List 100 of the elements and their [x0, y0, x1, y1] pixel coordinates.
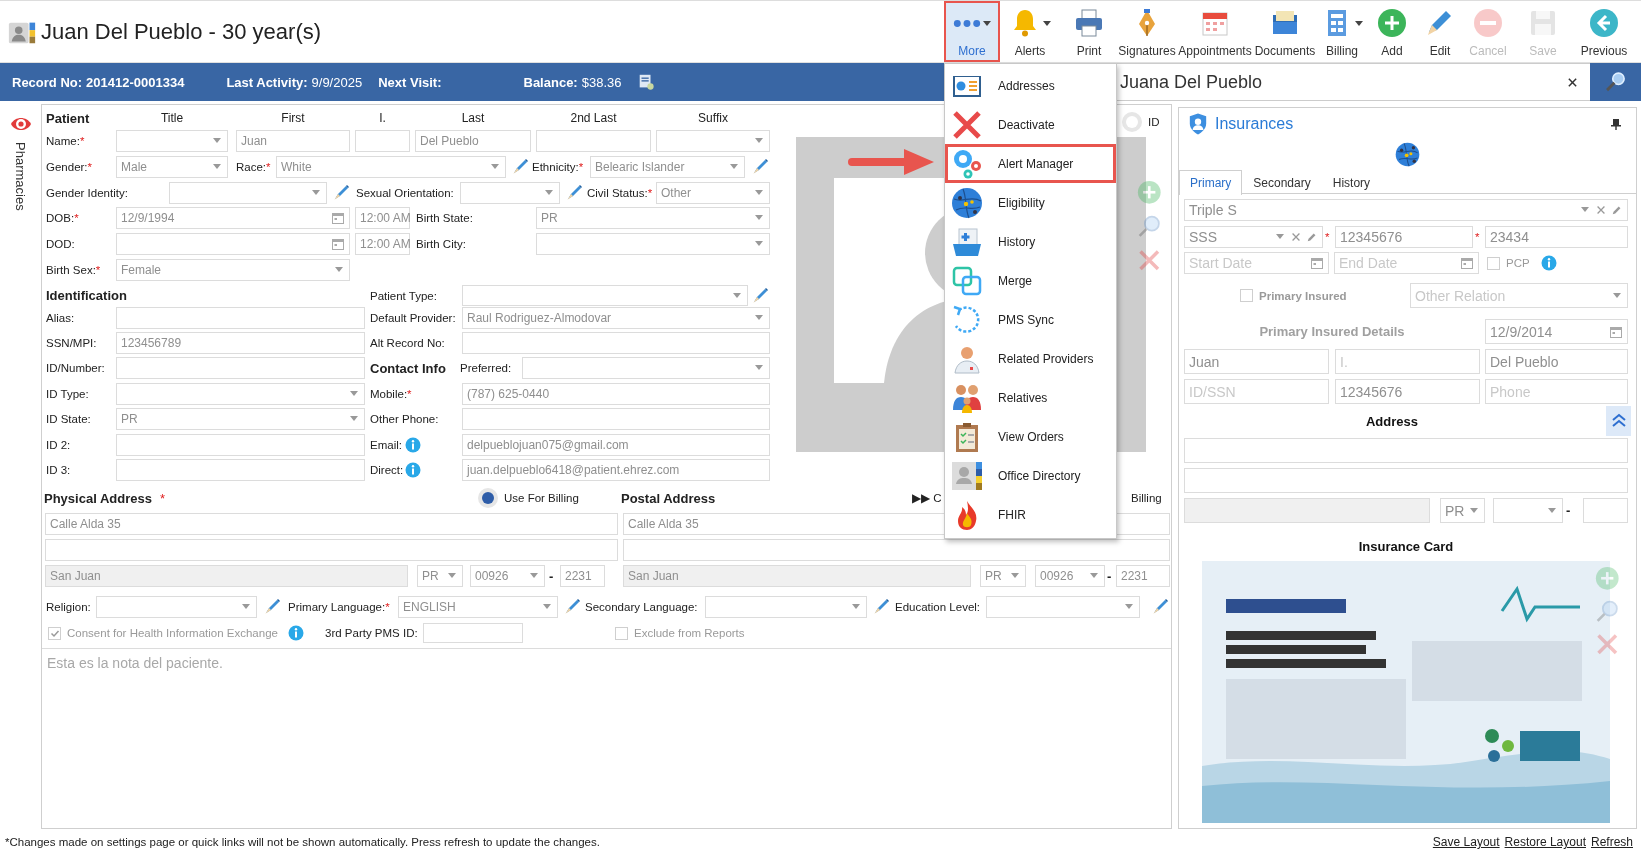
text-field[interactable]: Juan	[236, 130, 350, 152]
menu-item[interactable]: Addresses	[945, 66, 1116, 105]
checkbox[interactable]	[48, 626, 61, 640]
toolbar-button[interactable]: Alerts	[1000, 1, 1060, 62]
date-field[interactable]	[116, 233, 350, 255]
search-field[interactable]: Juana Del Pueblo	[1117, 63, 1590, 101]
toolbar-button[interactable]: Previous	[1574, 1, 1634, 62]
text-field[interactable]	[1184, 498, 1430, 523]
menu-item[interactable]: View Orders	[945, 417, 1116, 456]
toolbar-button[interactable]: Add	[1368, 1, 1416, 62]
calendar-icon[interactable]	[1310, 256, 1324, 270]
tab[interactable]: History	[1321, 170, 1382, 194]
tab[interactable]: Secondary	[1242, 170, 1322, 194]
menu-item[interactable]: Office Directory	[945, 456, 1116, 495]
dropdown[interactable]: SSS	[1184, 226, 1323, 248]
calendar-icon[interactable]	[1609, 324, 1623, 339]
dropdown[interactable]: White	[276, 156, 506, 178]
checkbox[interactable]	[1487, 256, 1500, 270]
menu-item[interactable]: Merge	[945, 261, 1116, 300]
text-field[interactable]: 2231	[560, 565, 605, 587]
time-field[interactable]: 12:00 AM	[355, 233, 410, 255]
text-field[interactable]: 12345676	[1335, 226, 1473, 248]
text-field[interactable]: San Juan	[45, 565, 408, 587]
tab[interactable]: Primary	[1179, 170, 1243, 195]
footer-link[interactable]: Refresh	[1590, 835, 1633, 849]
collapse-button[interactable]	[1606, 406, 1631, 436]
text-field[interactable]: 23434	[1485, 226, 1628, 248]
text-field[interactable]: 123456789	[116, 332, 365, 354]
globe-icon[interactable]	[1394, 141, 1421, 168]
dropdown[interactable]: PR	[980, 565, 1026, 587]
info-icon[interactable]	[405, 437, 421, 453]
text-field[interactable]	[423, 623, 523, 643]
text-field[interactable]	[462, 408, 770, 430]
search-button[interactable]	[1590, 63, 1641, 101]
toolbar-button[interactable]: Edit	[1416, 1, 1464, 62]
text-field[interactable]	[355, 130, 410, 152]
calendar-icon[interactable]	[331, 237, 345, 251]
text-field[interactable]: Juan	[1184, 349, 1329, 374]
text-field[interactable]: Del Pueblo	[1485, 349, 1628, 374]
dropdown[interactable]: Belearic Islander	[590, 156, 745, 178]
toolbar-button[interactable]: Billing	[1316, 1, 1368, 62]
text-field[interactable]	[116, 459, 365, 481]
text-field[interactable]	[1583, 498, 1628, 523]
info-icon[interactable]	[1541, 255, 1557, 271]
toolbar-button[interactable]: Documents	[1254, 1, 1316, 62]
toolbar-button[interactable]: Signatures	[1118, 1, 1176, 62]
text-field[interactable]: juan.delpueblo6418@patient.ehrez.com	[462, 459, 770, 481]
footer-link[interactable]: Save Layout	[1432, 835, 1500, 849]
menu-item[interactable]: History	[945, 222, 1116, 261]
receipt-icon[interactable]	[637, 73, 656, 91]
dropdown[interactable]: PR	[417, 565, 463, 587]
pencil-icon[interactable]	[1611, 204, 1623, 216]
dropdown[interactable]: ENGLISH	[398, 596, 558, 618]
text-field[interactable]	[623, 539, 1170, 561]
checkbox[interactable]	[1240, 289, 1253, 302]
text-field[interactable]: Calle Alda 35	[45, 513, 618, 535]
text-field[interactable]	[536, 130, 651, 152]
menu-item[interactable]: Related Providers	[945, 339, 1116, 378]
clear-icon[interactable]	[1595, 204, 1607, 216]
dropdown[interactable]: PR	[536, 207, 770, 229]
notes-field[interactable]: Esta es la nota del paciente.	[42, 648, 1171, 828]
text-field[interactable]: 12345676	[1335, 379, 1480, 404]
menu-item[interactable]: Relatives	[945, 378, 1116, 417]
side-tab[interactable]: Pharmacies	[13, 142, 28, 211]
pencil-icon[interactable]	[1306, 231, 1318, 243]
dropdown[interactable]: 00926	[470, 565, 545, 587]
text-field[interactable]	[462, 332, 770, 354]
footer-link[interactable]: Restore Layout	[1504, 835, 1586, 849]
dropdown[interactable]: 00926	[1035, 565, 1105, 587]
text-field[interactable]	[1184, 468, 1628, 493]
radio-button[interactable]	[478, 488, 498, 508]
text-field[interactable]: 2231	[1116, 565, 1170, 587]
toolbar-button[interactable]: Print	[1060, 1, 1118, 62]
clear-icon[interactable]	[1290, 231, 1302, 243]
menu-item[interactable]: Eligibility	[945, 183, 1116, 222]
date-field[interactable]: 12/9/2014	[1485, 319, 1628, 344]
radio-button[interactable]	[1122, 112, 1142, 132]
dropdown[interactable]: Other	[656, 182, 770, 204]
menu-item[interactable]: Deactivate	[945, 105, 1116, 144]
toolbar-button[interactable]: Appointments	[1176, 1, 1254, 62]
dropdown[interactable]: Female	[116, 259, 350, 281]
dropdown[interactable]: Triple S	[1184, 199, 1628, 221]
text-field[interactable]	[1184, 438, 1628, 463]
text-field[interactable]	[45, 539, 618, 561]
close-icon[interactable]	[1567, 76, 1578, 88]
pin-icon[interactable]	[1610, 118, 1622, 130]
dropdown[interactable]: Male	[116, 156, 228, 178]
text-field[interactable]	[116, 434, 365, 456]
menu-item[interactable]: Alert Manager	[945, 144, 1116, 183]
dropdown[interactable]: Raul Rodriguez-Almodovar	[462, 307, 770, 329]
text-field[interactable]: San Juan	[623, 565, 971, 587]
text-field[interactable]: delpueblojuan075@gmail.com	[462, 434, 770, 456]
calendar-icon[interactable]	[331, 211, 345, 225]
checkbox[interactable]	[615, 626, 628, 640]
text-field[interactable]	[116, 357, 365, 379]
text-field[interactable]	[116, 307, 365, 329]
text-field[interactable]: (787) 625-0440	[462, 383, 770, 405]
info-icon[interactable]	[288, 625, 304, 641]
info-icon[interactable]	[405, 462, 421, 478]
date-field[interactable]: 12/9/1994	[116, 207, 350, 229]
